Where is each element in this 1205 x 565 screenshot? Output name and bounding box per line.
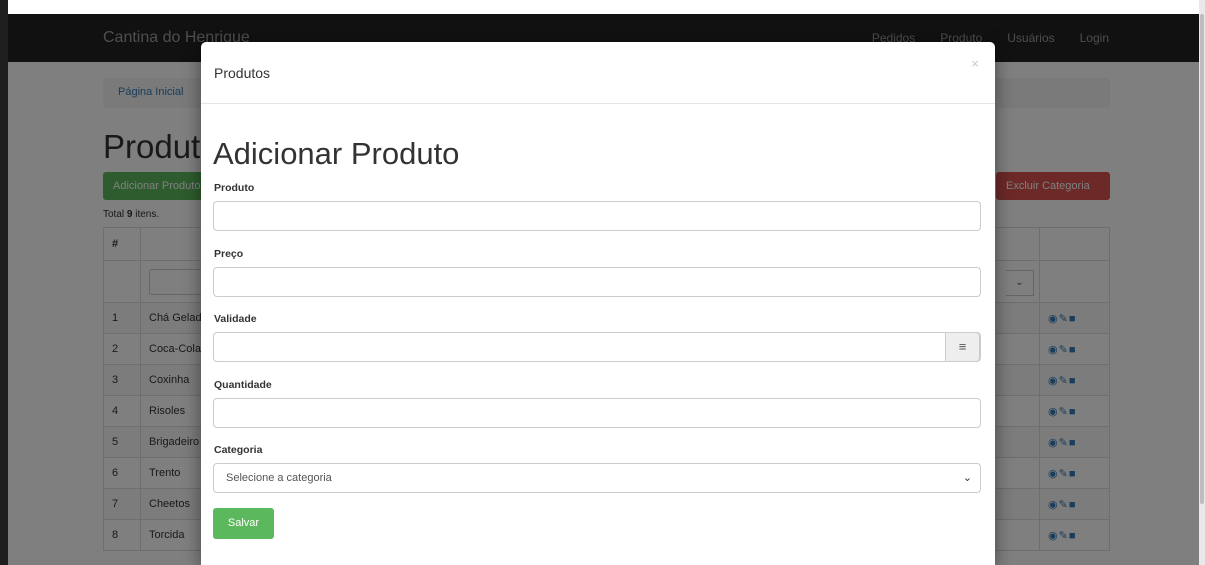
categoria-select-value: Selecione a categoria bbox=[226, 472, 332, 484]
quantidade-input[interactable] bbox=[213, 398, 981, 428]
close-icon[interactable]: × bbox=[971, 56, 979, 71]
scrollbar-thumb[interactable] bbox=[1200, 14, 1204, 504]
modal-title: Produtos bbox=[214, 65, 271, 81]
window-edge-left bbox=[0, 0, 8, 565]
categoria-label: Categoria bbox=[214, 444, 263, 456]
produto-input[interactable] bbox=[213, 201, 981, 231]
chevron-down-icon: ⌄ bbox=[962, 472, 972, 484]
validade-input[interactable]: ≡ bbox=[213, 332, 981, 362]
add-product-modal: Produtos × Adicionar Produto Produto Pre… bbox=[201, 42, 995, 565]
quantidade-label: Quantidade bbox=[214, 379, 272, 391]
preco-input[interactable] bbox=[213, 267, 981, 297]
preco-label: Preço bbox=[214, 248, 244, 260]
categoria-select[interactable]: Selecione a categoria ⌄ bbox=[213, 463, 981, 493]
modal-header: Produtos × bbox=[201, 42, 995, 104]
form-heading: Adicionar Produto bbox=[213, 136, 460, 171]
calendar-icon[interactable]: ≡ bbox=[945, 332, 980, 362]
produto-label: Produto bbox=[214, 182, 255, 194]
save-button[interactable]: Salvar bbox=[213, 508, 274, 539]
page-scrollbar[interactable] bbox=[1199, 0, 1205, 565]
validade-label: Validade bbox=[214, 313, 257, 325]
